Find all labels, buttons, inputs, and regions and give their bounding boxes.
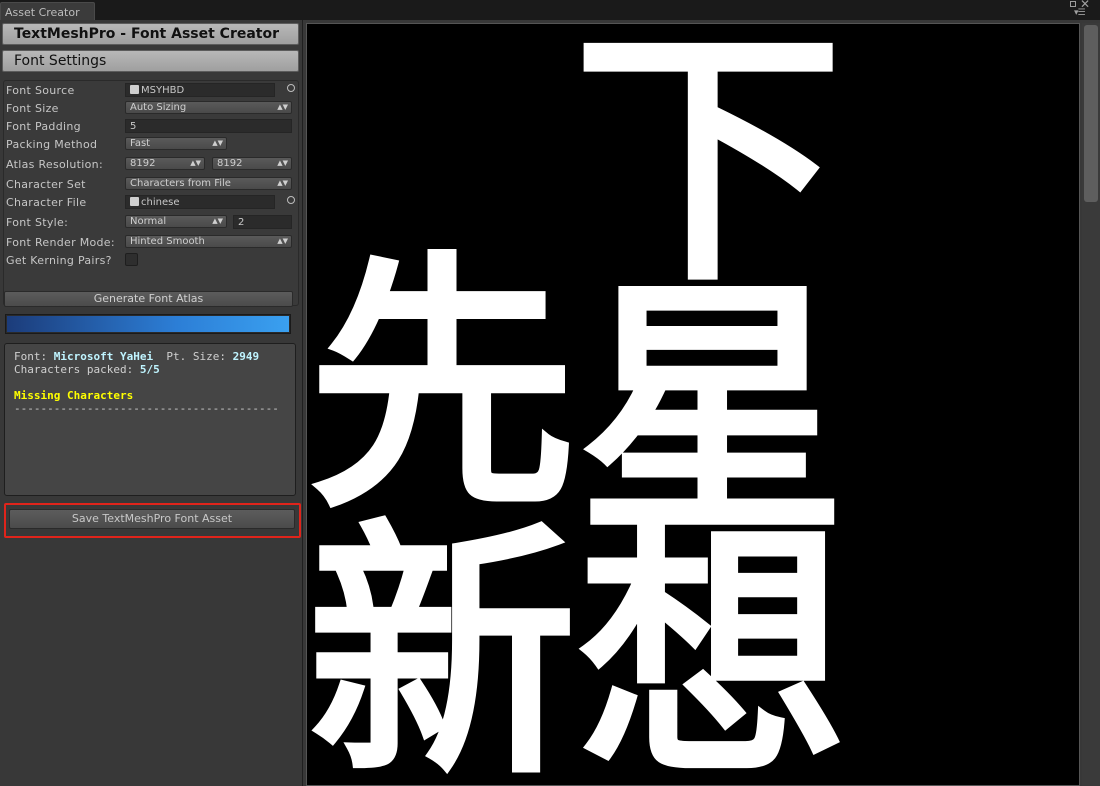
atlas-resolution-row: Atlas Resolution: 8192 ▲▼ 8192 ▲▼ — [4, 156, 300, 172]
dropdown-arrow-icon: ▲▼ — [212, 139, 223, 147]
window-menu-icon[interactable]: ▾☰ — [1074, 8, 1086, 18]
font-style-value: Normal — [130, 216, 167, 227]
atlas-glyph: 新 — [307, 497, 577, 786]
character-file-field[interactable]: chinese — [125, 195, 275, 209]
separator-line: ---------------------------------------- — [14, 402, 279, 415]
font-padding-label: Font Padding — [6, 120, 81, 133]
font-size-value: Auto Sizing — [130, 102, 187, 113]
settings-panel: TextMeshPro - Font Asset Creator Font Se… — [0, 20, 302, 786]
vertical-scrollbar[interactable] — [1082, 23, 1100, 786]
character-set-label: Character Set — [6, 178, 86, 191]
packing-method-row: Packing Method Fast ▲▼ — [4, 136, 300, 152]
progress-bar — [5, 314, 291, 334]
character-file-row: Character File chinese — [4, 194, 300, 210]
font-info-label: Font: — [14, 350, 54, 363]
atlas-glyph: 先 — [307, 229, 577, 544]
font-source-field[interactable]: MSYHBD — [125, 83, 275, 97]
object-picker-icon[interactable] — [287, 196, 295, 204]
font-style-row: Font Style: Normal ▲▼ 2 — [4, 214, 300, 230]
font-settings-header[interactable]: Font Settings — [2, 50, 299, 72]
font-style-label: Font Style: — [6, 216, 69, 229]
panel-title: TextMeshPro - Font Asset Creator — [2, 23, 299, 45]
maximize-icon[interactable] — [1070, 1, 1076, 7]
character-set-dropdown[interactable]: Characters from File ▲▼ — [125, 177, 292, 190]
pt-size-value: 2949 — [232, 350, 260, 363]
font-size-label: Font Size — [6, 102, 59, 115]
packing-method-dropdown[interactable]: Fast ▲▼ — [125, 137, 227, 150]
text-asset-icon — [130, 197, 139, 206]
packed-line: Characters packed: 5/5 — [14, 363, 295, 376]
font-render-mode-value: Hinted Smooth — [130, 236, 205, 247]
atlas-width-value: 8192 — [130, 158, 156, 169]
font-size-dropdown[interactable]: Auto Sizing ▲▼ — [125, 101, 292, 114]
progress-fill — [7, 316, 289, 332]
atlas-resolution-label: Atlas Resolution: — [6, 158, 103, 171]
atlas-width-dropdown[interactable]: 8192 ▲▼ — [125, 157, 205, 170]
save-font-asset-button[interactable]: Save TextMeshPro Font Asset — [9, 509, 295, 529]
window-controls: ✕ ▾☰ — [1070, 0, 1094, 20]
font-padding-input[interactable]: 5 — [125, 119, 292, 133]
title-bar: Asset Creator ✕ ▾☰ — [0, 0, 1100, 20]
missing-characters-title: Missing Characters — [14, 389, 134, 402]
kerning-row: Get Kerning Pairs? — [4, 252, 300, 268]
character-set-value: Characters from File — [130, 178, 231, 189]
font-style-modifier-input[interactable]: 2 — [233, 215, 292, 229]
save-highlight-frame: Save TextMeshPro Font Asset — [4, 503, 301, 538]
font-source-row: Font Source MSYHBD — [4, 82, 300, 98]
font-render-mode-row: Font Render Mode: Hinted Smooth ▲▼ — [4, 234, 300, 250]
atlas-height-dropdown[interactable]: 8192 ▲▼ — [212, 157, 292, 170]
packed-value: 5/5 — [139, 363, 160, 376]
character-file-value: chinese — [141, 197, 180, 208]
packing-method-label: Packing Method — [6, 138, 98, 151]
font-style-dropdown[interactable]: Normal ▲▼ — [125, 215, 227, 228]
atlas-preview-panel: 下 先 星 新 想 — [303, 20, 1100, 786]
packed-label: Characters packed: — [14, 363, 140, 376]
character-set-row: Character Set Characters from File ▲▼ — [4, 176, 300, 192]
pt-size-label: Pt. Size: — [153, 350, 233, 363]
generate-font-atlas-button[interactable]: Generate Font Atlas — [4, 291, 293, 307]
atlas-texture: 下 先 星 新 想 — [306, 23, 1080, 786]
output-log: Font: Microsoft YaHei Pt. Size: 2949 Cha… — [4, 343, 296, 496]
atlas-glyph: 想 — [577, 497, 847, 786]
font-padding-row: Font Padding 5 — [4, 118, 300, 134]
font-render-mode-label: Font Render Mode: — [6, 236, 115, 249]
font-source-value: MSYHBD — [141, 85, 185, 96]
dropdown-arrow-icon: ▲▼ — [190, 159, 201, 167]
kerning-checkbox[interactable] — [125, 253, 138, 266]
dropdown-arrow-icon: ▲▼ — [212, 217, 223, 225]
font-info-line: Font: Microsoft YaHei Pt. Size: 2949 — [14, 350, 295, 363]
dropdown-arrow-icon: ▲▼ — [277, 103, 288, 111]
character-file-label: Character File — [6, 196, 87, 209]
font-render-mode-dropdown[interactable]: Hinted Smooth ▲▼ — [125, 235, 292, 248]
font-name: Microsoft YaHei — [53, 350, 154, 363]
dropdown-arrow-icon: ▲▼ — [277, 159, 288, 167]
font-settings-box: Font Source MSYHBD Font Size Auto Sizing… — [3, 80, 299, 306]
object-picker-icon[interactable] — [287, 84, 295, 92]
font-size-row: Font Size Auto Sizing ▲▼ — [4, 100, 300, 116]
font-asset-icon — [130, 85, 139, 94]
packing-method-value: Fast — [130, 138, 151, 149]
dropdown-arrow-icon: ▲▼ — [277, 179, 288, 187]
scrollbar-thumb[interactable] — [1084, 25, 1098, 202]
dropdown-arrow-icon: ▲▼ — [277, 237, 288, 245]
kerning-label: Get Kerning Pairs? — [6, 254, 112, 267]
font-source-label: Font Source — [6, 84, 75, 97]
window-tab[interactable]: Asset Creator — [0, 2, 95, 20]
atlas-height-value: 8192 — [217, 158, 243, 169]
